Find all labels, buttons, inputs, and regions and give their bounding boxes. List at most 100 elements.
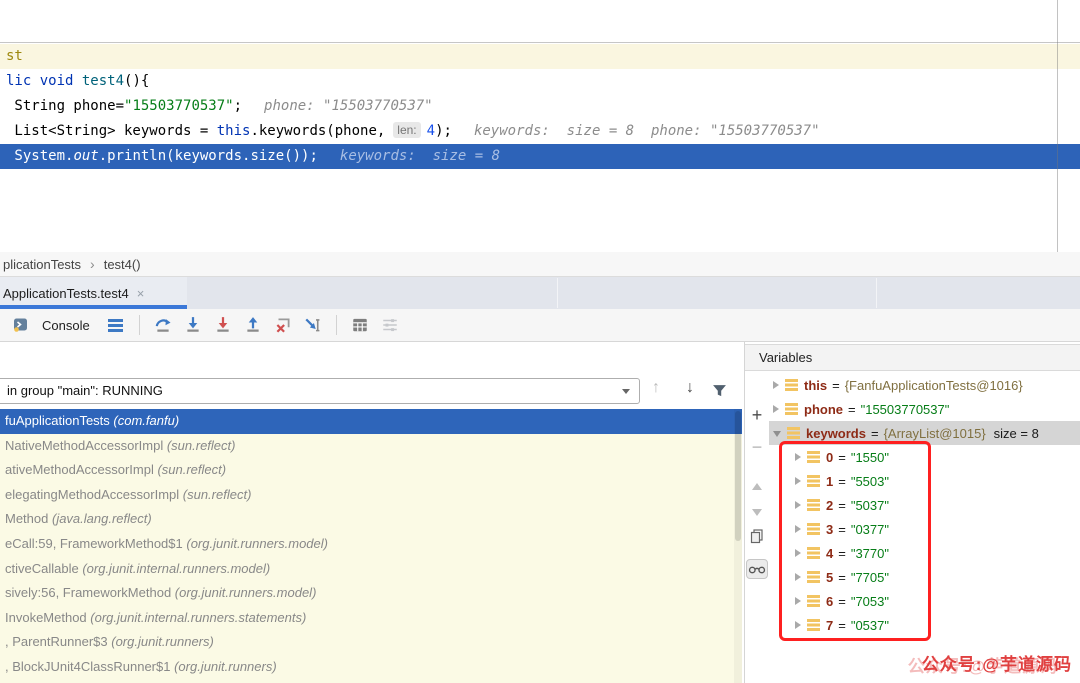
collapse-arrow-icon[interactable] bbox=[773, 431, 781, 437]
step-out-icon[interactable] bbox=[244, 316, 262, 334]
code-line-signature[interactable]: lic void test4(){ bbox=[0, 69, 1080, 94]
frame-package: (org.junit.runners) bbox=[111, 634, 214, 649]
frame-row[interactable]: NativeMethodAccessorImpl (sun.reflect) bbox=[0, 434, 742, 459]
parameter-hint-badge: len: bbox=[393, 122, 420, 138]
element-index: 6 bbox=[826, 594, 833, 609]
step-into-icon[interactable] bbox=[184, 316, 202, 334]
variables-header: Variables bbox=[745, 344, 1080, 371]
duplicate-icon[interactable] bbox=[745, 529, 769, 549]
variable-name: keywords bbox=[806, 426, 866, 441]
frame-row[interactable]: Method (java.lang.reflect) bbox=[0, 507, 742, 532]
step-over-icon[interactable] bbox=[154, 316, 172, 334]
expand-arrow-icon[interactable] bbox=[795, 525, 801, 533]
run-to-cursor-icon[interactable] bbox=[304, 316, 322, 334]
equals: = bbox=[838, 450, 846, 465]
show-watches-icon[interactable] bbox=[745, 559, 769, 581]
expand-arrow-icon[interactable] bbox=[773, 381, 779, 389]
console-tab-label[interactable]: Console bbox=[42, 318, 90, 333]
code-line-phone[interactable]: String phone="15503770537";phone: "15503… bbox=[0, 94, 1080, 119]
hide-frames-filter-icon[interactable] bbox=[712, 383, 727, 403]
variables-tree[interactable]: this={FanfuApplicationTests@1016} phone=… bbox=[769, 373, 1080, 683]
expand-arrow-icon[interactable] bbox=[795, 597, 801, 605]
frame-row[interactable]: ctiveCallable (org.junit.internal.runner… bbox=[0, 557, 742, 582]
evaluate-expression-icon[interactable] bbox=[351, 316, 369, 334]
element-value: "3770" bbox=[851, 546, 889, 561]
array-element-row[interactable]: 5="7705" bbox=[769, 565, 1080, 589]
value-icon bbox=[807, 619, 820, 631]
frame-package: (sun.reflect) bbox=[167, 438, 236, 453]
frame-package: (org.junit.internal.runners.statements) bbox=[90, 610, 306, 625]
element-value: "7705" bbox=[851, 570, 889, 585]
array-element-row[interactable]: 1="5503" bbox=[769, 469, 1080, 493]
expand-arrow-icon[interactable] bbox=[795, 501, 801, 509]
tab-separator bbox=[557, 278, 558, 308]
drop-frame-icon[interactable] bbox=[274, 316, 292, 334]
variable-row-keywords[interactable]: keywords={ArrayList@1015}size = 8 bbox=[769, 421, 1080, 445]
array-element-row[interactable]: 2="5037" bbox=[769, 493, 1080, 517]
frame-row[interactable]: fuApplicationTests (com.fanfu) bbox=[0, 409, 742, 434]
expand-arrow-icon[interactable] bbox=[795, 621, 801, 629]
collection-size: size = 8 bbox=[994, 426, 1039, 441]
array-element-row[interactable]: 6="7053" bbox=[769, 589, 1080, 613]
frame-row[interactable]: , BlockJUnit4ClassRunner$1 (org.junit.ru… bbox=[0, 655, 742, 680]
frame-down-icon[interactable]: ↓ bbox=[686, 379, 694, 397]
equals: = bbox=[838, 594, 846, 609]
code-line-annotation[interactable]: st bbox=[0, 44, 1080, 69]
frames-scrollbar[interactable] bbox=[734, 409, 742, 683]
expand-arrow-icon[interactable] bbox=[795, 453, 801, 461]
string-token: "15503770537" bbox=[124, 98, 234, 114]
frame-up-icon[interactable]: ↑ bbox=[652, 379, 660, 397]
array-element-row[interactable]: 3="0377" bbox=[769, 517, 1080, 541]
array-element-row[interactable]: 4="3770" bbox=[769, 541, 1080, 565]
frame-package: (org.junit.runners) bbox=[174, 659, 277, 674]
equals: = bbox=[838, 618, 846, 633]
code-line-keywords[interactable]: List<String> keywords = this.keywords(ph… bbox=[0, 119, 1080, 144]
element-value: "1550" bbox=[851, 450, 889, 465]
inline-debug-hint: phone: "15503770537" bbox=[264, 98, 433, 114]
frame-row[interactable]: eCall:59, FrameworkMethod$1 (org.junit.r… bbox=[0, 532, 742, 557]
code-line-execution-point[interactable]: System.out.println(keywords.size());keyw… bbox=[0, 144, 1080, 169]
menu-icon[interactable] bbox=[108, 319, 123, 332]
frame-row[interactable]: sively:56, FrameworkMethod (org.junit.ru… bbox=[0, 581, 742, 606]
variable-value: "15503770537" bbox=[861, 402, 950, 417]
frame-row[interactable]: InvokeMethod (org.junit.internal.runners… bbox=[0, 606, 742, 631]
code-editor[interactable]: st lic void test4(){ String phone="15503… bbox=[0, 0, 1080, 252]
frames-list[interactable]: fuApplicationTests (com.fanfu) NativeMet… bbox=[0, 409, 742, 683]
expand-arrow-icon[interactable] bbox=[795, 477, 801, 485]
variable-row-phone[interactable]: phone="15503770537" bbox=[769, 397, 1080, 421]
expand-arrow-icon[interactable] bbox=[773, 405, 779, 413]
settings-sliders-icon[interactable] bbox=[381, 316, 399, 334]
frame-class: sively:56, FrameworkMethod bbox=[5, 585, 175, 600]
remove-watch-icon[interactable]: − bbox=[745, 437, 769, 458]
annotation-token: st bbox=[6, 48, 23, 64]
expand-arrow-icon[interactable] bbox=[795, 549, 801, 557]
frame-package: (org.junit.internal.runners.model) bbox=[82, 561, 270, 576]
element-index: 5 bbox=[826, 570, 833, 585]
variable-name: phone bbox=[804, 402, 843, 417]
thread-dropdown[interactable]: in group "main": RUNNING bbox=[0, 378, 640, 404]
move-up-icon[interactable] bbox=[745, 477, 769, 495]
breadcrumb-separator-icon: › bbox=[90, 256, 95, 272]
console-icon[interactable] bbox=[12, 316, 30, 334]
breadcrumb-class[interactable]: plicationTests bbox=[3, 257, 81, 272]
thread-dropdown-value: in group "main": RUNNING bbox=[7, 383, 163, 398]
equals: = bbox=[838, 474, 846, 489]
array-element-row[interactable]: 0="1550" bbox=[769, 445, 1080, 469]
array-element-row[interactable]: 7="0537" bbox=[769, 613, 1080, 637]
add-watch-icon[interactable]: + bbox=[745, 405, 769, 426]
variables-side-toolbar: + − bbox=[745, 371, 769, 683]
frame-row[interactable]: , ParentRunner$3 (org.junit.runners) bbox=[0, 630, 742, 655]
breadcrumb-method[interactable]: test4() bbox=[104, 257, 141, 272]
close-icon[interactable]: × bbox=[137, 287, 145, 300]
force-step-into-icon[interactable] bbox=[214, 316, 232, 334]
frame-row[interactable]: elegatingMethodAccessorImpl (sun.reflect… bbox=[0, 483, 742, 508]
move-down-icon[interactable] bbox=[745, 503, 769, 521]
chevron-down-icon bbox=[622, 389, 630, 394]
variable-row-this[interactable]: this={FanfuApplicationTests@1016} bbox=[769, 373, 1080, 397]
frame-row[interactable]: ativeMethodAccessorImpl (sun.reflect) bbox=[0, 458, 742, 483]
expand-arrow-icon[interactable] bbox=[795, 573, 801, 581]
scrollbar-thumb[interactable] bbox=[735, 411, 741, 541]
equals: = bbox=[838, 546, 846, 561]
code-token: System. bbox=[6, 148, 73, 164]
frame-class: ctiveCallable bbox=[5, 561, 82, 576]
